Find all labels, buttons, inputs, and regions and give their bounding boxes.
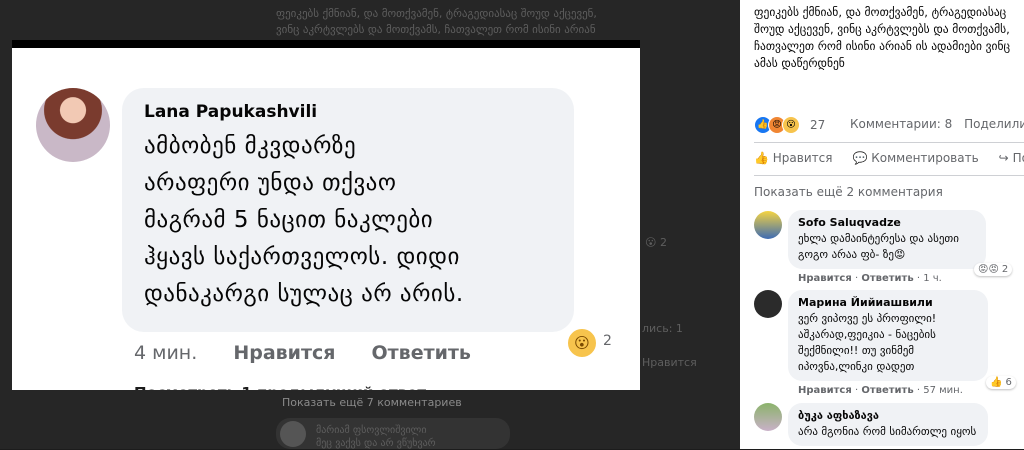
comment-line: ჰყავს საქართველოს. დიდი — [144, 244, 460, 270]
comment-line: არაფერი უნდა თქვაო — [144, 170, 397, 196]
comments-shares-count[interactable]: Комментарии: 8 Поделились — [850, 117, 1024, 131]
comment-bubble: ბუკა აფხაზავა არა მგონია რომ სიმართლე იყ… — [788, 403, 988, 446]
comments-count[interactable]: Комментарии: 8 — [850, 117, 952, 131]
comment-author: Lana Papukashvili — [144, 102, 318, 122]
comment-text: არა მგონია რომ სიმართლე იყოს — [798, 425, 977, 438]
comment-reactions[interactable]: 😡 😡 2 — [974, 263, 1013, 276]
comment-time: 4 мин. — [134, 342, 198, 364]
comment-reactions[interactable]: 👍 6 — [986, 376, 1016, 389]
post-actions: 👍 Нравится 💬 Комментировать ↪ Поделиться — [754, 151, 1024, 165]
share-arrow-icon: ↪ — [998, 151, 1009, 165]
comment-author[interactable]: ბუკა აფხაზავა — [798, 409, 978, 422]
like-icon: 👍 — [990, 377, 1003, 388]
wow-icon: 😮 — [782, 116, 800, 134]
shares-count[interactable]: Поделились — [964, 117, 1024, 131]
background-replies-label: лись: 1 — [642, 322, 683, 335]
reply-button[interactable]: Ответить — [372, 342, 471, 364]
background-show-more: Показать ещё 7 комментариев — [282, 396, 462, 409]
avatar[interactable] — [754, 403, 782, 431]
background-wow-icon: 😮 2 — [645, 236, 667, 249]
share-button[interactable]: ↪ Поделиться — [999, 151, 1024, 165]
avatar[interactable] — [754, 211, 782, 239]
divider — [754, 175, 1024, 176]
wow-icon: 😮 — [566, 327, 598, 359]
comment-meta: Нравится · Ответить · 57 мин. — [798, 385, 963, 396]
comment-meta: Нравится · Ответить · 1 ч. — [798, 273, 942, 284]
background-text: ფეიკებს ქმნიან, და მოთქვამენ, ტრაგედიასა… — [276, 7, 597, 36]
view-previous-replies[interactable]: Посмотреть 1 предыдущий ответ — [134, 381, 504, 390]
angry-icon: 😡 — [978, 264, 989, 275]
show-more-comments[interactable]: Показать ещё 2 комментария — [754, 185, 943, 199]
background-avatar — [280, 421, 306, 447]
divider — [754, 142, 1024, 143]
comment-text: ამბობენ მკვდარზე არაფერი უნდა თქვაო მაგრ… — [144, 128, 574, 313]
background-action: Нравится — [642, 356, 697, 369]
comment-line: ამბობენ მკვდარზე — [144, 133, 357, 159]
reply-button[interactable]: Ответить — [861, 273, 913, 284]
comment-text: ვერ ვიპოვე ეს პროფილი! აშკარად,ფეიკია - … — [798, 312, 937, 373]
comment-meta: 4 мин. Нравится Ответить — [134, 342, 501, 364]
comment-line: დანაკარგი სულაც არ არის. — [144, 281, 464, 307]
speech-bubble-icon: 💬 — [852, 151, 868, 165]
reaction-total: 27 — [810, 118, 826, 132]
comment-bubble: Sofo Saluqvadze ეხლა დამაინტერესა და ასე… — [788, 210, 986, 269]
reaction-count: 2 — [603, 333, 612, 349]
thumbs-up-icon: 👍 — [754, 151, 769, 165]
comments-panel: ფეიკებს ქმნიან, და მოთქვამენ, ტრაგედიასა… — [740, 0, 1024, 449]
reply-button[interactable]: Ответить — [861, 385, 913, 396]
comment-button[interactable]: 💬 Комментировать — [852, 151, 978, 165]
screenshot-canvas: Lana Papukashvili ამბობენ მკვდარზე არაფე… — [12, 48, 640, 390]
comment-time[interactable]: 57 мин. — [923, 385, 963, 396]
avatar[interactable] — [754, 290, 782, 318]
comment-bubble: Марина Йийиашвили ვერ ვიპოვე ეს პროფილი!… — [788, 290, 988, 381]
post-text: ფეიკებს ქმნიან, და მოთქვამენ, ტრაგედიასა… — [754, 5, 1011, 70]
comment-author[interactable]: Sofo Saluqvadze — [798, 216, 976, 229]
comment-author[interactable]: Марина Йийиашвили — [798, 296, 978, 309]
comment-line: მაგრამ 5 ნაცით ნაკლები — [144, 207, 434, 233]
post-reactions[interactable]: 👍 😡 😮 27 — [754, 116, 825, 134]
like-button[interactable]: Нравится — [798, 385, 852, 396]
comment-screenshot: Lana Papukashvili ამბობენ მკვდარზე არაფე… — [12, 40, 640, 390]
like-button[interactable]: Нравится — [798, 273, 852, 284]
avatar — [36, 88, 110, 162]
angry-icon: 😡 — [988, 264, 999, 275]
comment-text: ეხლა დამაინტერესა და ასეთი გოგო არაა ფბ-… — [798, 232, 959, 261]
comment-time[interactable]: 1 ч. — [923, 273, 942, 284]
like-button[interactable]: 👍 Нравится — [754, 151, 832, 165]
background-comment-text: მარიამ ფსოვლიშვილი მეც ვაქვს და არ ვწუხვ… — [316, 425, 436, 449]
like-button[interactable]: Нравится — [233, 342, 335, 364]
